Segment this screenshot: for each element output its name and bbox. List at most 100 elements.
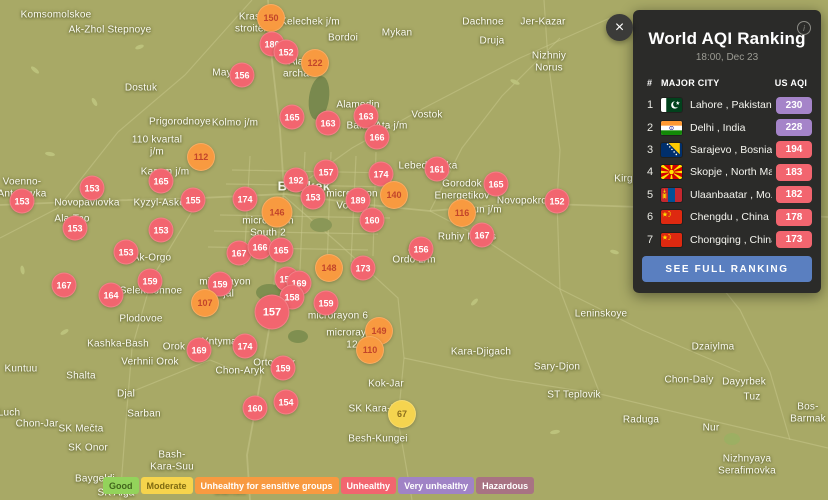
- aqi-marker[interactable]: 122: [301, 49, 329, 77]
- legend-item: Moderate: [141, 477, 193, 494]
- aqi-marker[interactable]: 67: [388, 400, 416, 428]
- aqi-marker[interactable]: 159: [314, 291, 339, 316]
- aqi-badge: 173: [776, 231, 812, 248]
- aqi-marker[interactable]: 157: [314, 160, 339, 185]
- aqi-marker[interactable]: 159: [271, 356, 296, 381]
- aqi-marker[interactable]: 167: [470, 223, 495, 248]
- aqi-marker[interactable]: 156: [409, 237, 434, 262]
- close-icon: ×: [615, 20, 624, 36]
- aqi-marker[interactable]: 163: [316, 111, 341, 136]
- flag-icon-pk: [661, 98, 682, 112]
- world-aqi-ranking-panel: i World AQI Ranking 18:00, Dec 23 # MAJO…: [633, 10, 821, 293]
- aqi-marker[interactable]: 152: [545, 189, 570, 214]
- ranking-table-header: # MAJOR CITY US AQI: [633, 76, 821, 90]
- ranking-row[interactable]: 7 Chongqing , China 173: [633, 228, 821, 250]
- legend-item: Hazardous: [476, 477, 534, 494]
- aqi-marker[interactable]: 160: [360, 208, 385, 233]
- aqi-marker[interactable]: 159: [138, 269, 163, 294]
- aqi-legend: GoodModerateUnhealthy for sensitive grou…: [103, 477, 534, 494]
- rank-column-header: #: [647, 78, 661, 88]
- aqi-marker[interactable]: 165: [149, 169, 174, 194]
- ranking-row[interactable]: 2 Delhi , India 228: [633, 116, 821, 138]
- flag-icon-cn: [661, 210, 682, 224]
- rank-number: 1: [647, 99, 661, 111]
- aqi-badge: 230: [776, 97, 812, 114]
- aqi-marker[interactable]: 153: [10, 189, 35, 214]
- aqi-badge: 228: [776, 119, 812, 136]
- legend-item: Unhealthy: [341, 477, 397, 494]
- aqi-marker[interactable]: 165: [280, 105, 305, 130]
- rank-number: 6: [647, 211, 661, 223]
- city-name: Lahore , Pakistan: [690, 99, 772, 111]
- aqi-marker[interactable]: 164: [99, 283, 124, 308]
- aqi-marker[interactable]: 169: [187, 338, 212, 363]
- aqi-badge: 178: [776, 209, 812, 226]
- aqi-marker[interactable]: 174: [233, 187, 258, 212]
- rank-number: 4: [647, 166, 661, 178]
- aqi-marker[interactable]: 153: [301, 185, 326, 210]
- city-name: Chengdu , China: [690, 211, 772, 223]
- legend-item: Unhealthy for sensitive groups: [195, 477, 339, 494]
- aqi-marker[interactable]: 112: [187, 143, 215, 171]
- aqi-marker[interactable]: 116: [448, 199, 476, 227]
- city-name: Skopje , North Ma...: [690, 166, 772, 178]
- aqi-marker[interactable]: 157: [255, 295, 290, 330]
- aqi-marker[interactable]: 140: [380, 181, 408, 209]
- aqi-marker[interactable]: 153: [149, 218, 174, 243]
- aqi-marker[interactable]: 174: [233, 334, 258, 359]
- city-column-header: MAJOR CITY: [661, 78, 770, 88]
- aqi-badge: 183: [776, 164, 812, 181]
- aqi-marker[interactable]: 165: [484, 172, 509, 197]
- panel-timestamp: 18:00, Dec 23: [633, 52, 821, 63]
- aqi-marker[interactable]: 153: [80, 176, 105, 201]
- ranking-row[interactable]: 4 Skopje , North Ma... 183: [633, 161, 821, 183]
- rank-number: 7: [647, 234, 661, 246]
- aqi-marker[interactable]: 165: [269, 238, 294, 263]
- ranking-row[interactable]: 5 Ulaanbaatar , Mo... 182: [633, 184, 821, 206]
- flag-icon-mn: [661, 188, 682, 202]
- aqi-marker[interactable]: 148: [315, 254, 343, 282]
- park-patch: [724, 433, 740, 445]
- aqi-marker[interactable]: 110: [356, 336, 384, 364]
- legend-item: Very unhealthy: [398, 477, 474, 494]
- flag-icon-ba: [661, 143, 682, 157]
- aqi-marker[interactable]: 166: [365, 125, 390, 150]
- aqi-marker[interactable]: 156: [230, 63, 255, 88]
- aqi-badge: 194: [776, 141, 812, 158]
- air-quality-map[interactable]: KomsomolskoeAk-Zhol StepnoyeKrasny stroi…: [0, 0, 828, 500]
- flag-icon-cn: [661, 233, 682, 247]
- aqi-marker[interactable]: 146: [262, 197, 293, 228]
- rank-number: 3: [647, 144, 661, 156]
- info-icon[interactable]: i: [797, 21, 811, 35]
- aqi-marker[interactable]: 152: [274, 40, 299, 65]
- aqi-marker[interactable]: 167: [52, 273, 77, 298]
- flag-icon-mk: [661, 165, 682, 179]
- city-name: Sarajevo , Bosnia ...: [690, 144, 772, 156]
- aqi-marker[interactable]: 161: [425, 157, 450, 182]
- see-full-ranking-button[interactable]: SEE FULL RANKING: [642, 256, 812, 282]
- aqi-marker[interactable]: 150: [257, 4, 285, 32]
- ranking-rows: 1 Lahore , Pakistan 230 2 Delhi , India …: [633, 94, 821, 251]
- rank-number: 2: [647, 122, 661, 134]
- close-ranking-button[interactable]: ×: [606, 14, 633, 41]
- aqi-column-header: US AQI: [770, 78, 812, 88]
- aqi-marker[interactable]: 154: [274, 390, 299, 415]
- park-patch: [310, 218, 332, 232]
- panel-title: World AQI Ranking: [633, 29, 821, 49]
- legend-item: Good: [103, 477, 139, 494]
- aqi-marker[interactable]: 160: [243, 396, 268, 421]
- rank-number: 5: [647, 189, 661, 201]
- city-name: Ulaanbaatar , Mo...: [690, 189, 772, 201]
- flag-icon-in: [661, 121, 682, 135]
- city-name: Delhi , India: [690, 122, 772, 134]
- aqi-marker[interactable]: 173: [351, 256, 376, 281]
- aqi-marker[interactable]: 153: [114, 240, 139, 265]
- park-patch: [288, 330, 308, 343]
- aqi-marker[interactable]: 153: [63, 216, 88, 241]
- aqi-marker[interactable]: 155: [181, 188, 206, 213]
- ranking-row[interactable]: 1 Lahore , Pakistan 230: [633, 94, 821, 116]
- aqi-marker[interactable]: 107: [191, 289, 219, 317]
- aqi-badge: 182: [776, 186, 812, 203]
- ranking-row[interactable]: 3 Sarajevo , Bosnia ... 194: [633, 139, 821, 161]
- ranking-row[interactable]: 6 Chengdu , China 178: [633, 206, 821, 228]
